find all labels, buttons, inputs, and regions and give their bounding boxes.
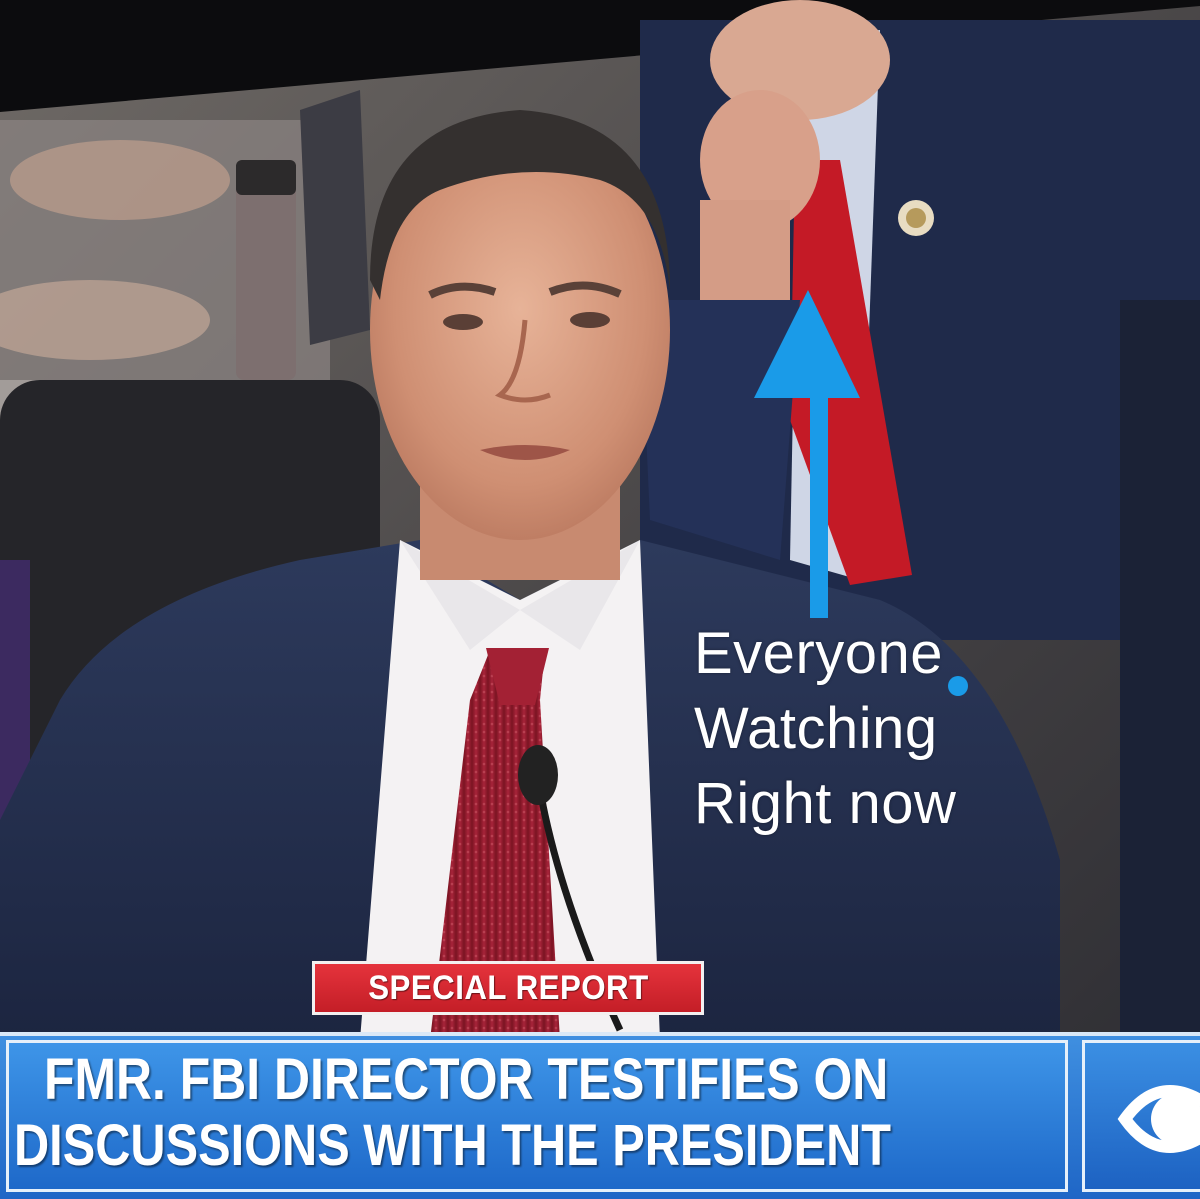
pointer-arrow-icon	[754, 290, 968, 696]
eye-logo-icon	[1117, 1085, 1200, 1153]
annotation-line-1: Everyone	[694, 621, 944, 686]
special-report-badge: SPECIAL REPORT	[312, 961, 704, 1015]
annotation-line-2: Watching	[694, 696, 938, 761]
annotation-text: Everyone Watching Right now	[694, 616, 956, 841]
headline-line-1: FMR. FBI DIRECTOR TESTIFIES ON	[44, 1047, 889, 1112]
special-report-label: SPECIAL REPORT	[367, 968, 649, 1007]
tv-screen-photo: Everyone Watching Right now SPECIAL REPO…	[0, 0, 1200, 1199]
network-logo-box	[1082, 1040, 1200, 1192]
headline-line-2: DISCUSSIONS WITH THE PRESIDENT	[14, 1113, 892, 1178]
annotation-line-3: Right now	[694, 771, 957, 836]
